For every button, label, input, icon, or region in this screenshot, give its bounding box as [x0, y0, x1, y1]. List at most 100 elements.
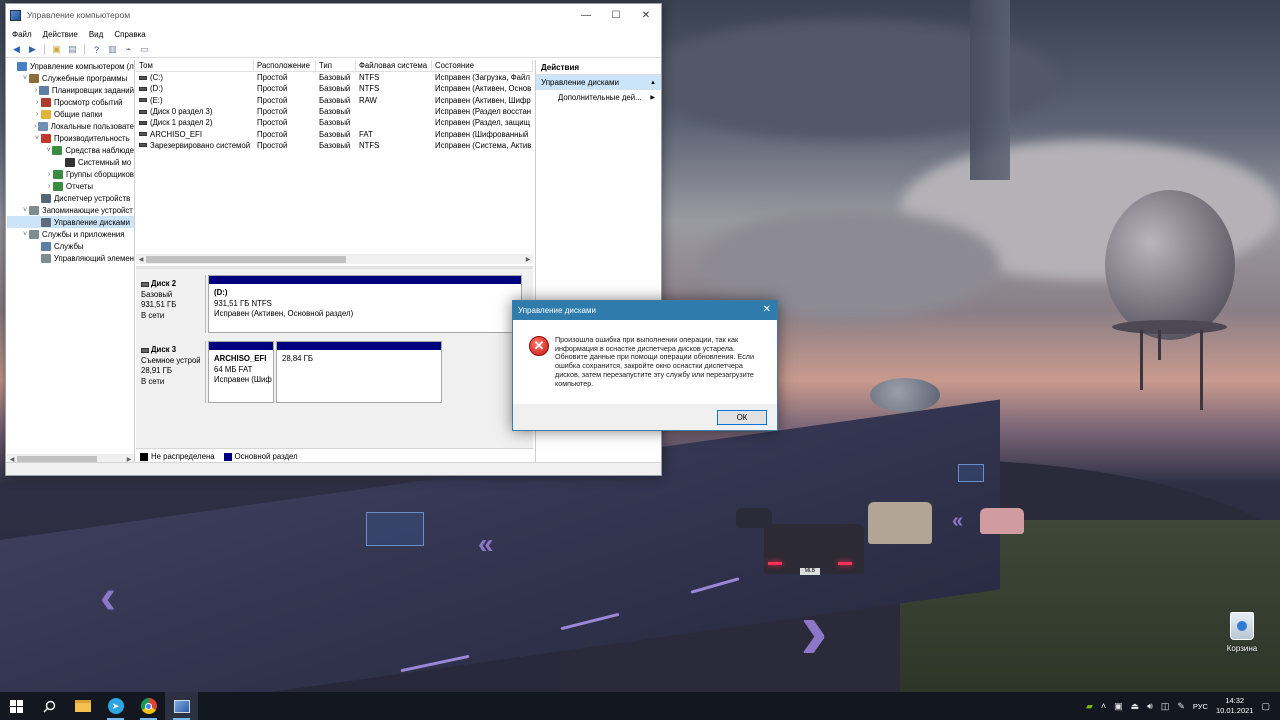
menu-view[interactable]: Вид: [89, 30, 103, 39]
partition-block[interactable]: (D:) 931,51 ГБ NTFS Исправен (Активен, О…: [208, 275, 522, 333]
menu-help[interactable]: Справка: [114, 30, 145, 39]
menu-action[interactable]: Действие: [43, 30, 78, 39]
tree-item[interactable]: ˅ Служебные программы: [7, 72, 134, 84]
tree-item-label: Планировщик заданий: [51, 85, 134, 95]
usb-device-icon[interactable]: ⏏: [1131, 701, 1140, 712]
dialog-close-button[interactable]: ✕: [763, 304, 771, 315]
expand-arrow-icon[interactable]: ˅: [21, 207, 29, 214]
column-header-filesystem[interactable]: Файловая система: [356, 60, 432, 71]
tree-item[interactable]: ˅ Производительность: [7, 132, 134, 144]
volume-list-scrollbar[interactable]: ◀ ▶: [136, 254, 533, 264]
tree-item[interactable]: Управляющий элемен: [7, 252, 134, 264]
tray-app-icon[interactable]: ▣: [1114, 701, 1123, 712]
properties-icon[interactable]: ▥: [106, 44, 119, 56]
tree-item-label: Группы сборщиков: [66, 169, 134, 179]
minimize-button[interactable]: —: [571, 4, 601, 26]
file-explorer-button[interactable]: [66, 692, 99, 720]
computer-management-taskbar-button[interactable]: [165, 692, 198, 720]
table-row[interactable]: (D:) Простой Базовый NTFS Исправен (Активен,…: [136, 83, 533, 94]
tree-item[interactable]: ˅ Службы и приложения: [7, 228, 134, 240]
scroll-left-icon[interactable]: ◀: [136, 256, 146, 263]
tree-item[interactable]: Службы: [7, 240, 134, 252]
start-button[interactable]: [0, 692, 33, 720]
expand-arrow-icon[interactable]: ›: [33, 87, 39, 94]
network-icon[interactable]: ◫: [1161, 701, 1170, 712]
column-header-volume[interactable]: Том: [136, 60, 254, 71]
chrome-button[interactable]: [132, 692, 165, 720]
floating-drone: [870, 378, 940, 412]
tree-item[interactable]: › Планировщик заданий: [7, 84, 134, 96]
close-button[interactable]: ✕: [631, 4, 661, 26]
speaker-icon[interactable]: 🔊︎: [1147, 701, 1153, 712]
expand-arrow-icon[interactable]: ›: [45, 183, 53, 190]
tree-item-label: Диспетчер устройств: [54, 193, 131, 203]
tree-item[interactable]: › Локальные пользовате: [7, 120, 134, 132]
nvidia-icon[interactable]: ▰: [1086, 701, 1093, 712]
primary-partition-swatch: [223, 452, 232, 461]
table-row[interactable]: (Диск 0 раздел 3) Простой Базовый Исправен …: [136, 106, 533, 117]
disk-label[interactable]: Диск 3 Съемное устрой 28,91 ГБ В сети: [136, 341, 206, 403]
tree-item[interactable]: Системный мо: [7, 156, 134, 168]
collector-icon: [53, 169, 63, 179]
telegram-button[interactable]: ➤: [99, 692, 132, 720]
connect-icon[interactable]: ⌁: [122, 44, 135, 56]
column-header-type[interactable]: Тип: [316, 60, 356, 71]
pen-icon[interactable]: ✎: [1177, 701, 1185, 712]
back-arrow-icon[interactable]: ◀: [10, 44, 23, 56]
menu-file[interactable]: Файл: [12, 30, 32, 39]
column-header-layout[interactable]: Расположение: [254, 60, 316, 71]
tree-item[interactable]: ˅ Запоминающие устройст: [7, 204, 134, 216]
table-row[interactable]: (Диск 1 раздел 2) Простой Базовый Исправен …: [136, 117, 533, 128]
expand-arrow-icon[interactable]: ˅: [33, 135, 41, 142]
scroll-right-icon[interactable]: ▶: [523, 256, 533, 263]
tree-item[interactable]: › Группы сборщиков: [7, 168, 134, 180]
maximize-button[interactable]: ☐: [601, 4, 631, 26]
window-titlebar[interactable]: Управление компьютером — ☐ ✕: [6, 4, 661, 26]
expand-arrow-icon[interactable]: ˅: [45, 147, 52, 154]
export-list-icon[interactable]: ▭: [138, 44, 151, 56]
status-bar: [6, 462, 661, 475]
dialog-titlebar[interactable]: Управление дисками ✕: [513, 301, 777, 320]
tools-icon: [29, 73, 39, 83]
expand-arrow-icon[interactable]: ›: [33, 99, 41, 106]
language-indicator[interactable]: РУС: [1193, 702, 1208, 711]
tree-item[interactable]: Управление компьютером (л: [7, 60, 134, 72]
clock[interactable]: 14:32 10.01.2021: [1216, 696, 1254, 716]
forward-arrow-icon[interactable]: ▶: [26, 44, 39, 56]
expand-arrow-icon[interactable]: ˅: [21, 231, 29, 238]
volume-filesystem-cell: NTFS: [356, 140, 432, 151]
disk-label[interactable]: Диск 2 Базовый 931,51 ГБ В сети: [136, 275, 206, 333]
table-row[interactable]: Зарезервировано системой Простой Базовый NT…: [136, 140, 533, 151]
table-row[interactable]: ARCHISO_EFI Простой Базовый FAT Исправен (Ши…: [136, 128, 533, 139]
volume-type-cell: Базовый: [316, 128, 356, 139]
show-hide-tree-icon[interactable]: ▤: [66, 44, 79, 56]
up-folder-icon[interactable]: ▣: [50, 44, 63, 56]
tree-item[interactable]: › Просмотр событий: [7, 96, 134, 108]
expand-arrow-icon[interactable]: ˅: [21, 75, 29, 82]
tree-item[interactable]: Диспетчер устройств: [7, 192, 134, 204]
show-hidden-icons-icon[interactable]: ˄: [1101, 701, 1106, 711]
actions-section-disk-management[interactable]: Управление дисками ▲: [536, 75, 661, 90]
recycle-bin[interactable]: Корзина: [1220, 612, 1264, 653]
scrollbar-thumb[interactable]: [146, 255, 346, 263]
tree-item[interactable]: Управление дисками: [7, 216, 134, 228]
tree-item[interactable]: › Общие папки: [7, 108, 134, 120]
search-button[interactable]: [33, 692, 66, 720]
partition-block[interactable]: 28,84 ГБ: [276, 341, 442, 403]
expand-arrow-icon[interactable]: ›: [45, 171, 53, 178]
more-actions-item[interactable]: Дополнительные дей... ▶: [536, 90, 661, 105]
volume-layout-text: Простой: [257, 140, 288, 150]
tree-item-label: Управление дисками: [54, 217, 130, 227]
volume-name-text: (E:): [150, 95, 163, 105]
column-header-status[interactable]: Состояние: [432, 60, 533, 71]
volume-type-cell: Базовый: [316, 95, 356, 106]
expand-arrow-icon[interactable]: ›: [33, 111, 41, 118]
notifications-icon[interactable]: ▢: [1261, 701, 1270, 712]
ok-button[interactable]: ОК: [717, 409, 767, 425]
table-row[interactable]: (C:) Простой Базовый NTFS Исправен (Загрузка…: [136, 72, 533, 83]
tree-item[interactable]: ˅ Средства наблюде: [7, 144, 134, 156]
help-icon[interactable]: ?: [90, 44, 103, 56]
tree-item[interactable]: › Отчеты: [7, 180, 134, 192]
partition-block[interactable]: ARCHISO_EFI 64 МБ FAT Исправен (Шиф: [208, 341, 274, 403]
table-row[interactable]: (E:) Простой Базовый RAW Исправен (Активен, …: [136, 95, 533, 106]
